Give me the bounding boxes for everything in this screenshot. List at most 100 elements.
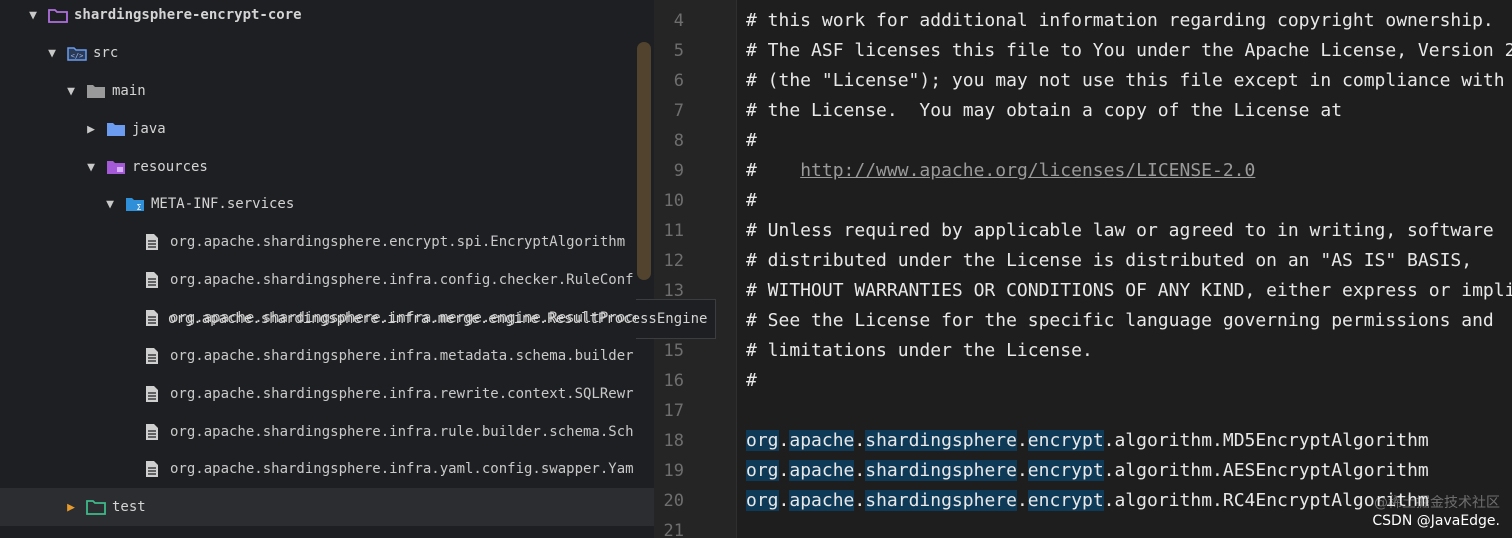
line-number: 4 bbox=[673, 11, 684, 31]
tree-item-java[interactable]: ▶ java bbox=[0, 110, 654, 148]
tree-item-label: shardingsphere-encrypt-core bbox=[74, 7, 302, 23]
line-number: 5 bbox=[673, 41, 684, 61]
file-icon bbox=[144, 233, 166, 251]
tree-item-partial: ▶ bbox=[0, 526, 654, 538]
tree-item-main[interactable]: ▼ main bbox=[0, 72, 654, 110]
file-icon bbox=[144, 460, 166, 478]
code-line: # the License. You may obtain a copy of … bbox=[746, 100, 1343, 121]
file-icon bbox=[144, 385, 166, 403]
class-line: org.apache.shardingsphere.encrypt.algori… bbox=[746, 460, 1429, 481]
watermark: @稀土掘金技术社区 CSDN @JavaEdge. bbox=[1372, 494, 1500, 530]
tree-item-meta-inf-services[interactable]: ▼ Σ META-INF.services bbox=[0, 185, 654, 223]
line-number: 18 bbox=[663, 431, 684, 451]
class-name-rest: .algorithm.MD5EncryptAlgorithm bbox=[1103, 430, 1429, 451]
tree-item-src[interactable]: ▼ </> src bbox=[0, 34, 654, 72]
highlight-token: shardingsphere bbox=[865, 430, 1017, 451]
line-number: 20 bbox=[663, 491, 684, 511]
tree-file-item[interactable]: org.apache.shardingsphere.infra.metadata… bbox=[0, 337, 654, 375]
code-line: # limitations under the License. bbox=[746, 340, 1093, 361]
line-number: 7 bbox=[673, 101, 684, 121]
tree-item-label: org.apache.shardingsphere.infra.metadata… bbox=[170, 348, 634, 364]
tree-item-label: java bbox=[132, 121, 166, 137]
line-number: 11 bbox=[663, 221, 684, 241]
chevron-right-icon[interactable]: ▶ bbox=[84, 122, 98, 137]
chevron-down-icon[interactable]: ▼ bbox=[26, 8, 40, 23]
code-line-link: # http://www.apache.org/licenses/LICENSE… bbox=[746, 156, 1255, 186]
highlight-token: org bbox=[746, 460, 779, 481]
file-icon bbox=[144, 271, 166, 289]
test-folder-icon bbox=[86, 498, 108, 516]
tree-item-label: org.apache.shardingsphere.infra.rewrite.… bbox=[170, 386, 634, 402]
code-line: # (the "License"); you may not use this … bbox=[746, 70, 1505, 91]
code-line: # See the License for the specific langu… bbox=[746, 310, 1494, 331]
tree-item-label: org.apache.shardingsphere.infra.rule.bui… bbox=[170, 424, 634, 440]
line-number: 10 bbox=[663, 191, 684, 211]
tree-item-label: src bbox=[93, 45, 119, 61]
tree-file-item[interactable]: org.apache.shardingsphere.infra.rule.bui… bbox=[0, 413, 654, 451]
tree-file-item[interactable]: org.apache.shardingsphere.infra.config.c… bbox=[0, 261, 654, 299]
module-folder-icon bbox=[48, 6, 70, 24]
file-icon bbox=[144, 423, 166, 441]
line-number: 12 bbox=[663, 251, 684, 271]
highlight-token: shardingsphere bbox=[865, 490, 1017, 511]
highlight-token: org bbox=[746, 430, 779, 451]
services-folder-icon: Σ bbox=[125, 195, 147, 213]
folder-icon bbox=[86, 82, 108, 100]
tree-item-resources[interactable]: ▼ resources bbox=[0, 148, 654, 186]
code-line: # The ASF licenses this file to You unde… bbox=[746, 40, 1512, 61]
file-icon bbox=[144, 309, 166, 327]
class-line: org.apache.shardingsphere.encrypt.algori… bbox=[746, 490, 1429, 511]
code-line: # this work for additional information r… bbox=[746, 10, 1494, 31]
chevron-down-icon[interactable]: ▼ bbox=[64, 84, 78, 99]
line-number-gutter: 4 5 6 7 8 9 10 11 12 13 14 15 16 17 18 1… bbox=[654, 0, 736, 538]
highlight-token: encrypt bbox=[1027, 460, 1104, 481]
license-link[interactable]: http://www.apache.org/licenses/LICENSE-2… bbox=[800, 160, 1255, 181]
tree-item-label: org.apache.shardingsphere.infra.config.c… bbox=[170, 272, 634, 288]
watermark-line-1: @稀土掘金技术社区 bbox=[1374, 495, 1500, 511]
tree-item-label: test bbox=[112, 499, 146, 515]
tree-scrollbar-thumb[interactable] bbox=[637, 42, 651, 280]
tooltip-text: org.apache.shardingsphere.infra.merge.en… bbox=[168, 311, 708, 327]
svg-text:Σ: Σ bbox=[136, 203, 141, 212]
line-number: 15 bbox=[663, 341, 684, 361]
highlight-token: shardingsphere bbox=[865, 460, 1017, 481]
comment-hash: # bbox=[746, 160, 757, 181]
code-line: # bbox=[746, 130, 757, 151]
class-line: org.apache.shardingsphere.encrypt.algori… bbox=[746, 430, 1429, 451]
tree-file-item[interactable]: org.apache.shardingsphere.encrypt.spi.En… bbox=[0, 223, 654, 261]
java-folder-icon bbox=[106, 120, 128, 138]
tree-file-item[interactable]: org.apache.shardingsphere.infra.rewrite.… bbox=[0, 375, 654, 413]
resources-folder-icon bbox=[106, 158, 128, 176]
highlight-token: apache bbox=[789, 460, 855, 481]
tree-item-label: META-INF.services bbox=[151, 196, 295, 212]
chevron-right-icon[interactable]: ▶ bbox=[64, 500, 78, 515]
line-number: 6 bbox=[673, 71, 684, 91]
project-tree: ▼ shardingsphere-encrypt-core ▼ </> src … bbox=[0, 0, 654, 538]
tree-item-label: resources bbox=[132, 159, 208, 175]
highlight-token: apache bbox=[789, 430, 855, 451]
chevron-down-icon[interactable]: ▼ bbox=[103, 197, 117, 212]
tree-item-module[interactable]: ▼ shardingsphere-encrypt-core bbox=[0, 0, 654, 34]
class-name-rest: .algorithm.AESEncryptAlgorithm bbox=[1103, 460, 1429, 481]
code-line: # distributed under the License is distr… bbox=[746, 250, 1473, 271]
code-editor[interactable]: # this work for additional information r… bbox=[737, 0, 1512, 538]
chevron-down-icon[interactable]: ▼ bbox=[84, 160, 98, 175]
tree-file-item[interactable]: org.apache.shardingsphere.infra.yaml.con… bbox=[0, 450, 654, 488]
source-folder-icon: </> bbox=[67, 44, 89, 62]
tree-item-label: org.apache.shardingsphere.encrypt.spi.En… bbox=[170, 234, 626, 250]
tree-item-label: org.apache.shardingsphere.infra.yaml.con… bbox=[170, 461, 634, 477]
code-line: # bbox=[746, 190, 757, 211]
line-number: 9 bbox=[673, 161, 684, 181]
highlight-token: apache bbox=[789, 490, 855, 511]
tree-item-test[interactable]: ▶ test bbox=[0, 488, 654, 526]
highlight-token: org bbox=[746, 490, 779, 511]
code-line: # WITHOUT WARRANTIES OR CONDITIONS OF AN… bbox=[746, 280, 1512, 301]
line-number: 17 bbox=[663, 401, 684, 421]
chevron-down-icon[interactable]: ▼ bbox=[45, 46, 59, 61]
tree-item-label: main bbox=[112, 83, 146, 99]
highlight-token: encrypt bbox=[1027, 490, 1104, 511]
watermark-line-2: CSDN @JavaEdge. bbox=[1372, 513, 1500, 529]
line-number: 8 bbox=[673, 131, 684, 151]
line-number: 21 bbox=[663, 521, 684, 538]
line-number: 16 bbox=[663, 371, 684, 391]
